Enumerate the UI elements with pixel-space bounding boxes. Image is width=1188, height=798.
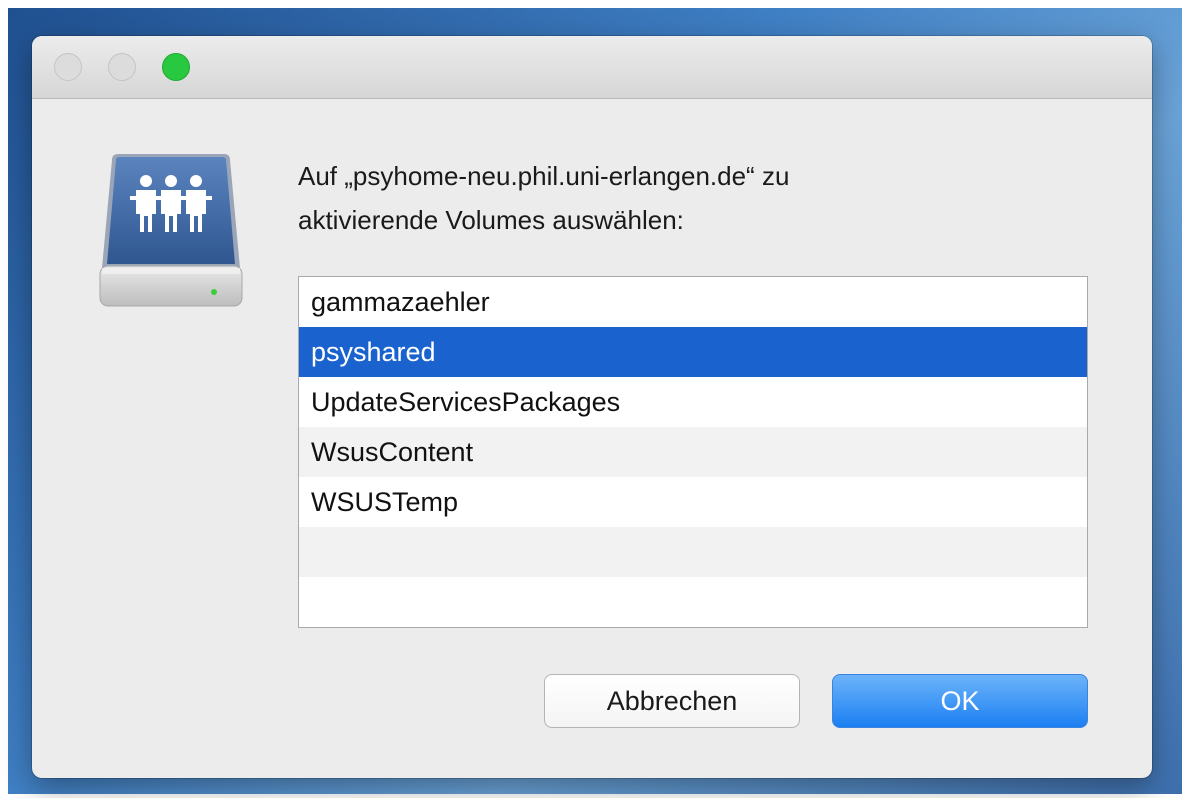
volume-item-updateservicespackages[interactable]: UpdateServicesPackages	[299, 377, 1087, 427]
screenshot-border-left	[0, 0, 8, 798]
message-line-2: aktivierende Volumes auswählen:	[298, 205, 684, 235]
screenshot-border-bottom	[0, 794, 1188, 798]
cancel-button[interactable]: Abbrechen	[544, 674, 800, 728]
shared-server-icon	[98, 152, 244, 312]
empty-list-row	[299, 527, 1087, 577]
minimize-window-button[interactable]	[108, 53, 136, 81]
screenshot-border-top	[0, 0, 1188, 8]
volume-item-wsustemp[interactable]: WSUSTemp	[299, 477, 1087, 527]
screenshot-border-right	[1182, 0, 1188, 798]
volume-selection-dialog: Auf „psyhome-neu.phil.uni-erlangen.de“ z…	[32, 36, 1152, 778]
volume-item-wsuscontent[interactable]: WsusContent	[299, 427, 1087, 477]
empty-list-row	[299, 577, 1087, 627]
dialog-message: Auf „psyhome-neu.phil.uni-erlangen.de“ z…	[298, 154, 1058, 242]
volume-item-psyshared[interactable]: psyshared	[299, 327, 1087, 377]
volume-list[interactable]: gammazaehler psyshared UpdateServicesPac…	[298, 276, 1088, 628]
zoom-window-button[interactable]	[162, 53, 190, 81]
ok-button[interactable]: OK	[832, 674, 1088, 728]
title-bar	[32, 36, 1152, 99]
close-window-button[interactable]	[54, 53, 82, 81]
message-line-1: Auf „psyhome-neu.phil.uni-erlangen.de“ z…	[298, 161, 790, 191]
volume-item-gammazaehler[interactable]: gammazaehler	[299, 277, 1087, 327]
